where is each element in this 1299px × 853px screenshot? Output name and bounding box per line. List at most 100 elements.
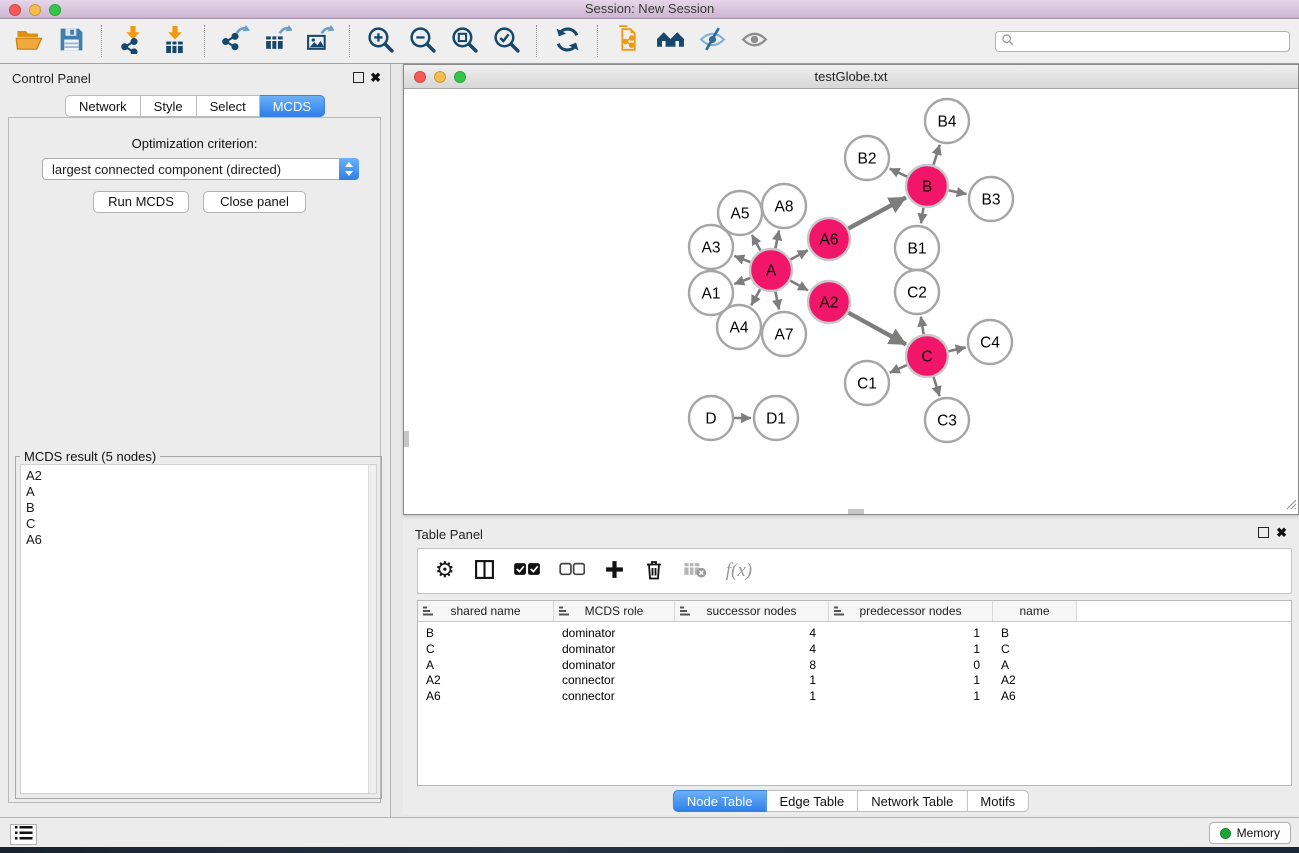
mcds-result-item[interactable]: A — [21, 484, 376, 500]
function-builder-button[interactable]: f(x) — [726, 560, 752, 582]
graph-edge-A2-C[interactable] — [848, 313, 906, 345]
table-cell[interactable]: 1 — [675, 689, 829, 705]
table-cell[interactable]: 1 — [675, 673, 829, 689]
minimize-network-window-button[interactable] — [434, 71, 446, 83]
search-input[interactable] — [1015, 33, 1289, 50]
zoom-selected-button[interactable] — [485, 23, 527, 59]
hide-graphics-details-button[interactable] — [691, 23, 733, 59]
close-table-panel-icon[interactable]: ✖ — [1276, 525, 1287, 541]
zoom-network-window-button[interactable] — [454, 71, 466, 83]
table-cell[interactable]: dominator — [554, 642, 675, 658]
table-cell[interactable]: 4 — [675, 642, 829, 658]
close-panel-button[interactable]: Close panel — [203, 191, 306, 213]
table-cell[interactable]: 1 — [829, 673, 993, 689]
table-cell[interactable]: dominator — [554, 658, 675, 674]
table-row[interactable]: A6connector11A6 — [418, 689, 1291, 705]
column-header-mcds-role[interactable]: MCDS role — [554, 601, 675, 621]
refresh-view-button[interactable] — [546, 23, 588, 59]
run-mcds-button[interactable]: Run MCDS — [93, 191, 189, 213]
table-cell[interactable]: C — [993, 642, 1077, 658]
tab-motifs[interactable]: Motifs — [967, 790, 1029, 812]
delete-table-button[interactable] — [683, 561, 707, 581]
graph-edge-C-C4[interactable] — [948, 347, 965, 351]
tab-select[interactable]: Select — [197, 95, 260, 117]
table-cell[interactable]: A2 — [418, 673, 554, 689]
save-session-button[interactable] — [50, 23, 92, 59]
table-cell[interactable]: C — [418, 642, 554, 658]
graph-edge-A-A5[interactable] — [752, 235, 761, 251]
float-panel-icon[interactable] — [353, 72, 364, 83]
table-cell[interactable]: A — [418, 658, 554, 674]
import-network-button[interactable] — [111, 23, 153, 59]
graph-edge-A-A8[interactable] — [775, 230, 779, 248]
table-cell[interactable]: A6 — [993, 689, 1077, 705]
resize-grip[interactable] — [1285, 498, 1297, 513]
table-row[interactable]: Bdominator41B — [418, 626, 1291, 642]
table-cell[interactable]: connector — [554, 673, 675, 689]
column-header-shared-name[interactable]: shared name — [418, 601, 554, 621]
export-network-button[interactable] — [214, 23, 256, 59]
table-row[interactable]: Cdominator41C — [418, 642, 1291, 658]
table-row[interactable]: A2connector11A2 — [418, 673, 1291, 689]
graph-edge-B-B3[interactable] — [949, 190, 967, 194]
tab-network[interactable]: Network — [65, 95, 141, 117]
zoom-window-button[interactable] — [49, 4, 61, 16]
graph-edge-C-C1[interactable] — [890, 365, 907, 373]
mcds-result-item[interactable]: A6 — [21, 532, 376, 548]
graph-edge-B-B2[interactable] — [890, 169, 907, 177]
float-table-panel-icon[interactable] — [1258, 527, 1269, 538]
zoom-out-button[interactable] — [401, 23, 443, 59]
table-cell[interactable]: 1 — [829, 642, 993, 658]
graph-edge-A6-B[interactable] — [848, 197, 906, 228]
column-header-name[interactable]: name — [993, 601, 1077, 621]
table-cell[interactable]: 4 — [675, 626, 829, 642]
network-canvas[interactable]: B4B2BB3A8A5A6A3B1AA1C2A2A4A7C4CC1C3DD1 — [404, 89, 1298, 514]
show-columns-button[interactable] — [474, 559, 495, 583]
tab-style[interactable]: Style — [141, 95, 197, 117]
minimize-window-button[interactable] — [29, 4, 41, 16]
table-settings-button[interactable]: ⚙ — [435, 561, 455, 581]
close-panel-icon[interactable]: ✖ — [370, 70, 381, 86]
table-cell[interactable]: B — [993, 626, 1077, 642]
column-header-predecessor-nodes[interactable]: predecessor nodes — [829, 601, 993, 621]
show-graphics-details-button[interactable] — [733, 23, 775, 59]
close-network-window-button[interactable] — [414, 71, 426, 83]
network-window-titlebar[interactable]: testGlobe.txt — [404, 65, 1298, 89]
table-cell[interactable]: A — [993, 658, 1077, 674]
mcds-result-list[interactable]: A2ABCA6 — [20, 464, 377, 794]
delete-rows-button[interactable] — [644, 558, 664, 584]
optimization-criterion-select[interactable]: largest connected component (directed) — [42, 158, 359, 180]
home-button[interactable] — [649, 23, 691, 59]
export-image-button[interactable] — [298, 23, 340, 59]
result-list-scrollbar[interactable] — [368, 465, 376, 793]
vertical-scrollbar-thumb[interactable] — [404, 431, 409, 447]
table-cell[interactable]: A2 — [993, 673, 1077, 689]
zoom-fit-button[interactable] — [443, 23, 485, 59]
zoom-in-button[interactable] — [359, 23, 401, 59]
table-row[interactable]: Adominator80A — [418, 658, 1291, 674]
memory-button[interactable]: Memory — [1209, 822, 1291, 844]
mcds-result-item[interactable]: B — [21, 500, 376, 516]
mcds-result-item[interactable]: A2 — [21, 468, 376, 484]
table-cell[interactable]: connector — [554, 689, 675, 705]
table-cell[interactable]: 1 — [829, 689, 993, 705]
import-table-button[interactable] — [153, 23, 195, 59]
graph-edge-A-A4[interactable] — [751, 289, 760, 305]
new-session-from-network-button[interactable] — [607, 23, 649, 59]
table-cell[interactable]: dominator — [554, 626, 675, 642]
select-all-button[interactable] — [514, 562, 540, 580]
tab-mcds[interactable]: MCDS — [260, 95, 325, 117]
deselect-all-button[interactable] — [559, 562, 585, 580]
table-cell[interactable]: B — [418, 626, 554, 642]
close-window-button[interactable] — [9, 4, 21, 16]
search-field[interactable] — [995, 31, 1290, 52]
mcds-result-item[interactable]: C — [21, 516, 376, 532]
open-file-button[interactable] — [8, 23, 50, 59]
table-cell[interactable]: 0 — [829, 658, 993, 674]
node-table[interactable]: shared nameMCDS rolesuccessor nodesprede… — [417, 600, 1292, 786]
graph-edge-A-A7[interactable] — [775, 292, 779, 310]
task-history-button[interactable] — [10, 824, 37, 845]
graph-edge-A-A1[interactable] — [734, 278, 750, 284]
table-cell[interactable]: 1 — [829, 626, 993, 642]
graph-edge-B-B1[interactable] — [921, 208, 924, 224]
